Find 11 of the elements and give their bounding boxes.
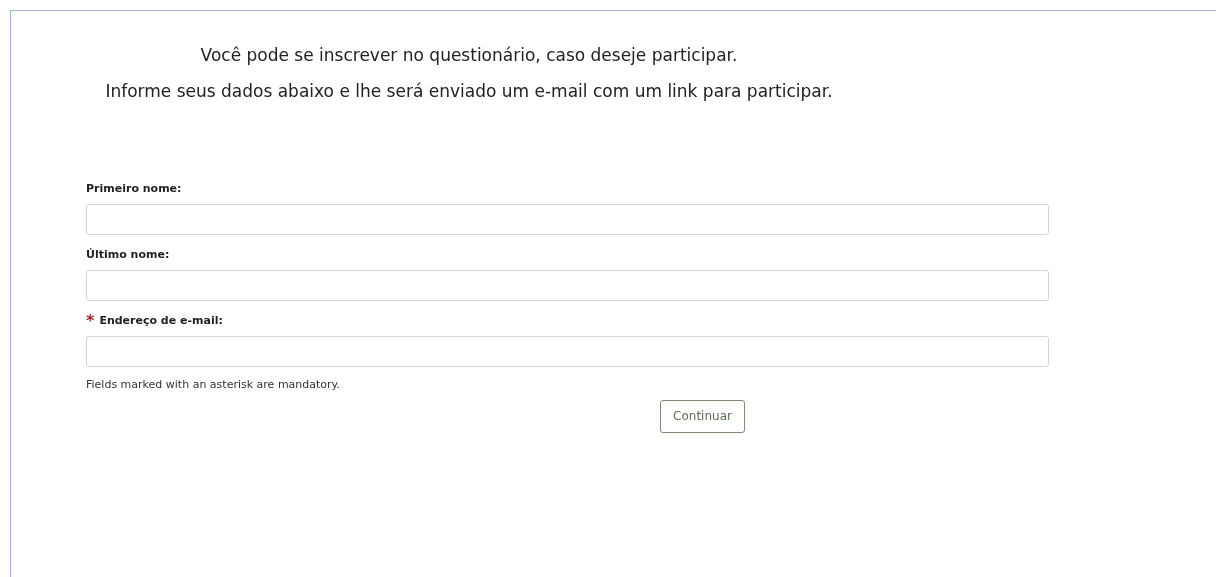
input-field[interactable] xyxy=(86,336,1049,367)
field-label: Endereço de e-mail: xyxy=(99,312,223,329)
continue-button[interactable]: Continuar xyxy=(660,399,745,433)
input-field[interactable] xyxy=(86,204,1049,235)
required-mark: * xyxy=(86,313,95,329)
field-label: Último nome: xyxy=(86,246,170,263)
intro-text: Você pode se inscrever no questionário, caso deseje participar. xyxy=(200,44,738,67)
mandatory-note: Fields marked with an asterisk are mandatory. xyxy=(86,377,342,393)
input-field[interactable] xyxy=(86,270,1049,301)
intro-text: Informe seus dados abaixo e lhe será enviado um e-mail com um link para participar. xyxy=(105,80,833,103)
field-label: Primeiro nome: xyxy=(86,180,182,197)
